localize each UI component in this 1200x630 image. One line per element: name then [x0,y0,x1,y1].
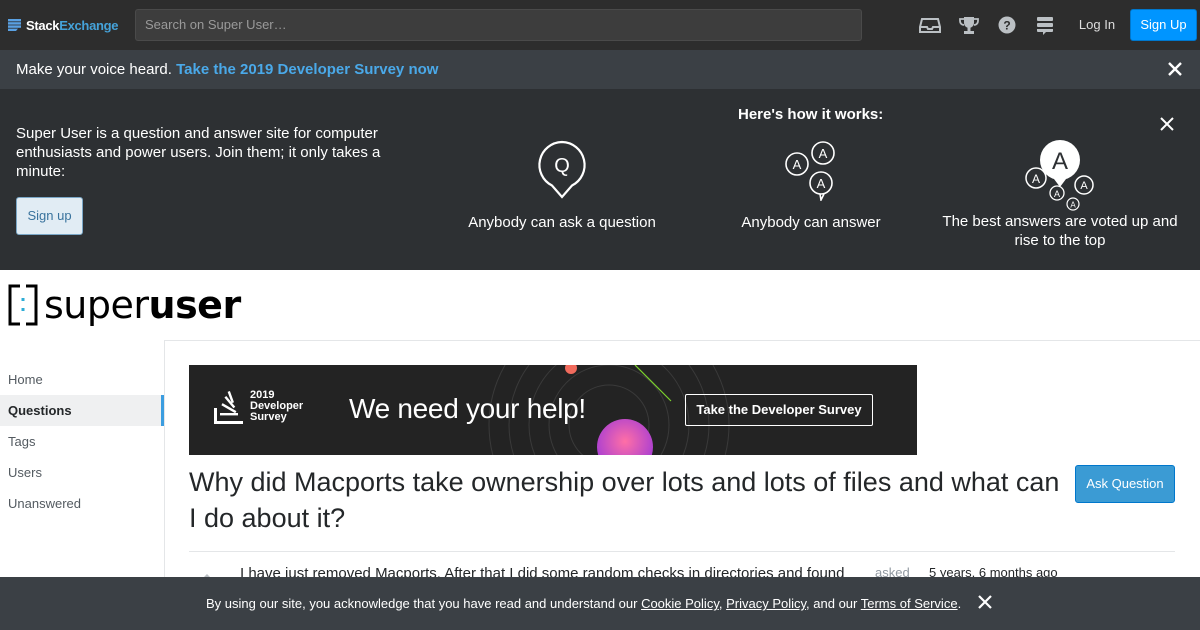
survey-ad-banner[interactable]: 2019 Developer Survey We need your help!… [189,365,917,455]
sidebar-item-unanswered[interactable]: Unanswered [0,488,164,519]
stackexchange-icon [8,19,21,31]
step-answer-label: Anybody can answer [741,214,881,231]
top-bar: Stack Exchange Search on Super User… ? Lo… [0,0,1200,50]
inbox-icon[interactable] [919,14,941,36]
survey-notice: Make your voice heard. Take the 2019 Dev… [0,50,1200,89]
help-icon[interactable]: ? [996,14,1018,36]
signup-button[interactable]: Sign Up [1130,9,1197,41]
achievements-icon[interactable] [958,14,980,36]
svg-text:A: A [793,157,802,172]
cookie-text-mid: , and our [806,596,861,611]
brand-stack: Stack [26,17,60,33]
site-switcher-icon[interactable] [1034,14,1056,36]
sidebar-item-questions[interactable]: Questions [0,395,164,426]
login-button[interactable]: Log In [1070,9,1124,41]
survey-link[interactable]: Take the 2019 Developer Survey now [176,61,438,78]
survey-logo-icon [214,391,243,424]
step-ask: Q Anybody can ask a question [462,139,662,232]
close-icon[interactable] [1158,115,1176,133]
brand-exchange: Exchange [59,17,119,33]
svg-text:A: A [1032,172,1040,186]
superuser-wordmark: superuser [44,283,241,327]
cookie-consent-bar: By using our site, you acknowledge that … [0,577,1200,630]
question-bubble-icon: Q [538,140,586,199]
close-icon[interactable] [977,594,993,610]
welcome-hero: Super User is a question and answer site… [0,89,1200,270]
wordmark-bold: user [148,283,242,327]
ask-question-button[interactable]: Ask Question [1075,465,1175,503]
privacy-policy-link[interactable]: Privacy Policy [726,596,806,611]
svg-text:A: A [1070,201,1076,210]
question-title[interactable]: Why did Macports take ownership over lot… [189,464,1069,536]
answers-bubbles-icon: A A A [785,141,835,201]
take-survey-button[interactable]: Take the Developer Survey [685,394,873,426]
sidebar-item-home[interactable]: Home [0,364,164,395]
hero-intro-text: Super User is a question and answer site… [16,125,381,180]
left-sidebar: Home Questions Tags Users Unanswered [0,364,164,519]
step-answer: A A A Anybody can answer [735,139,887,232]
stackexchange-logo[interactable]: Stack Exchange [8,16,119,34]
svg-text:?: ? [1003,19,1010,33]
svg-text:A: A [817,176,826,191]
voted-answer-icon: A A A A A [1025,140,1094,211]
superuser-logo-icon [8,284,38,326]
svg-text:A: A [1054,189,1060,199]
how-it-works-title: Here's how it works: [738,106,884,123]
svg-text:A: A [1052,148,1068,175]
survey-line2: Survey [250,411,287,423]
search-input[interactable]: Search on Super User… [135,9,862,41]
sidebar-item-tags[interactable]: Tags [0,426,164,457]
close-icon[interactable] [1166,60,1184,78]
banner-headline: We need your help! [349,393,586,424]
svg-text:A: A [1080,180,1088,192]
svg-text:Q: Q [554,155,570,177]
step-ask-label: Anybody can ask a question [468,214,656,231]
cookie-text-end: . [957,596,962,611]
terms-of-service-link[interactable]: Terms of Service [861,596,958,611]
cookie-policy-link[interactable]: Cookie Policy [641,596,719,611]
cookie-text-before: By using our site, you acknowledge that … [206,596,642,611]
divider [189,551,1175,552]
step-vote: A A A A A The best answers are voted up … [940,139,1180,250]
cookie-text-sep: , [718,596,727,611]
superuser-logo[interactable]: superuser [8,280,241,330]
survey-logo-text: 2019 Developer Survey [250,390,303,423]
svg-text:A: A [819,146,828,161]
survey-notice-prefix: Make your voice heard. [16,61,172,78]
wordmark-light: super [44,283,149,327]
survey-notice-text: Make your voice heard. Take the 2019 Dev… [16,61,438,78]
sidebar-item-users[interactable]: Users [0,457,164,488]
hero-signup-button[interactable]: Sign up [16,197,83,235]
cookie-consent-text: By using our site, you acknowledge that … [206,596,961,611]
step-vote-label: The best answers are voted up and rise t… [942,213,1178,249]
